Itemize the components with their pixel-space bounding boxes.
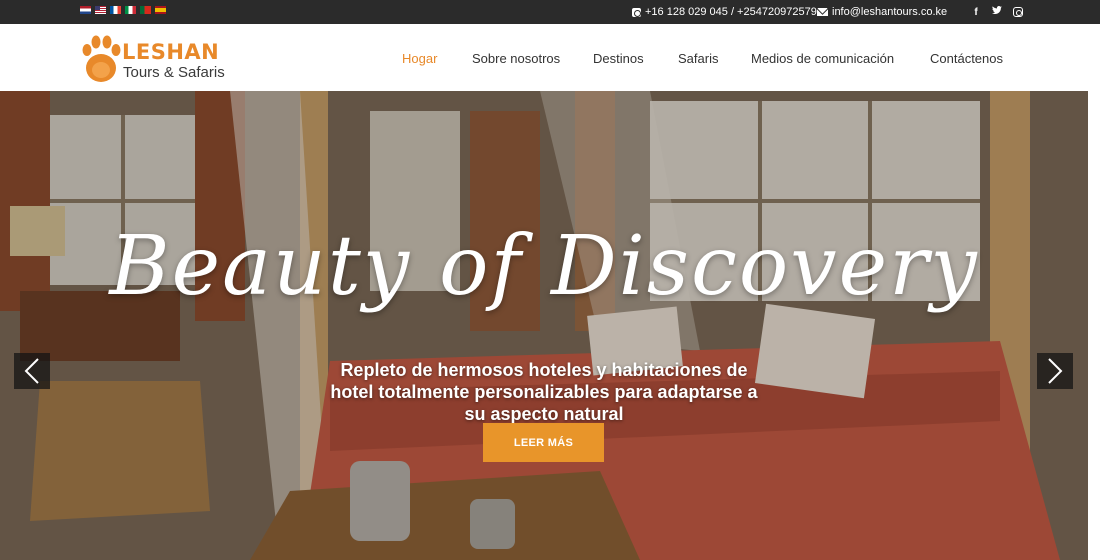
paw-logo-icon [82,35,121,82]
logo-subtitle: Tours & Safaris [123,64,225,81]
twitter-icon[interactable] [992,6,1002,18]
hero-slider: Beauty of Discovery Repleto de hermosos … [0,91,1088,560]
flag-english-icon[interactable] [95,6,106,14]
phone-contact[interactable]: +16 128 029 045 / +254720972579 [632,0,817,24]
nav-item-contactenos[interactable]: Contáctenos [930,51,1003,66]
flag-french-icon[interactable] [110,6,121,14]
phone-number: +16 128 029 045 / +254720972579 [645,6,817,18]
flag-italian-icon[interactable] [125,6,136,14]
hero-headline: Beauty of Discovery [109,219,979,314]
read-more-button[interactable]: LEER MÁS [483,423,604,462]
nav-item-sobre-nosotros[interactable]: Sobre nosotros [472,51,560,66]
nav-item-destinos[interactable]: Destinos [593,51,644,66]
social-links: f [971,0,1023,24]
hero-subline: Repleto de hermosos hoteles y habitacion… [330,360,758,424]
chevron-left-icon [24,358,39,384]
site-header: LESHAN Tours & Safaris Hogar Sobre nosot… [0,24,1100,91]
page-margin [1088,91,1100,560]
mail-icon [817,8,828,16]
email-contact[interactable]: info@leshantours.co.ke [817,0,947,24]
flag-portuguese-icon[interactable] [140,6,151,14]
phone-icon [632,7,641,17]
facebook-icon[interactable]: f [971,7,981,18]
nav-item-medios[interactable]: Medios de comunicación [751,51,894,66]
instagram-icon[interactable] [1013,7,1023,17]
top-bar: +16 128 029 045 / +254720972579 info@les… [0,0,1100,24]
language-selector [80,6,166,14]
site-logo[interactable]: LESHAN Tours & Safaris [80,32,240,84]
nav-item-hogar[interactable]: Hogar [402,51,437,66]
hero-overlay [0,91,1088,560]
logo-title: LESHAN [122,40,220,64]
nav-item-safaris[interactable]: Safaris [678,51,718,66]
slider-prev-button[interactable] [14,353,50,389]
flag-dutch-icon[interactable] [80,6,91,14]
email-address: info@leshantours.co.ke [832,6,948,18]
flag-spanish-icon[interactable] [155,6,166,14]
chevron-right-icon [1048,358,1063,384]
slider-next-button[interactable] [1037,353,1073,389]
